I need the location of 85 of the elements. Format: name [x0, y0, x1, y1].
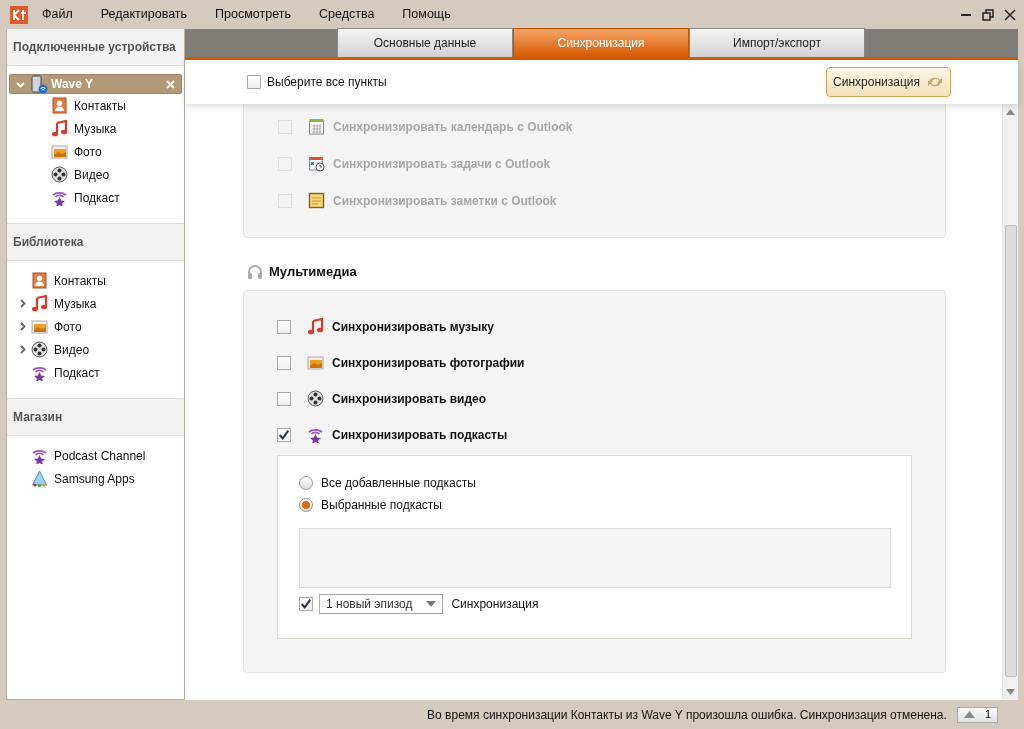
section-header: Подключенные устройства	[7, 29, 184, 66]
checkbox-label: Синхронизировать заметки с Outlook	[333, 192, 557, 210]
up-arrow-icon	[963, 711, 975, 718]
film-reel-icon	[307, 390, 324, 407]
sidebar-item[interactable]: Контакты	[7, 94, 184, 117]
checkbox-label: Синхронизировать музыку	[332, 318, 494, 336]
calendar-clock-icon	[308, 155, 325, 172]
photo-folder-icon	[31, 318, 48, 335]
menu-item[interactable]: Просмотреть	[201, 5, 305, 24]
podcast-star-icon	[51, 189, 68, 206]
photo-folder-icon	[307, 354, 324, 371]
sidebar-item[interactable]: Музыка	[7, 292, 184, 315]
checkbox-label: Синхронизировать подкасты	[332, 426, 508, 444]
chevron-icon	[16, 79, 25, 89]
podcast-star-icon	[31, 447, 48, 464]
chevron-icon	[17, 299, 27, 308]
scrollbar[interactable]	[1002, 104, 1018, 700]
chevron-icon	[17, 345, 27, 354]
sidebar-item[interactable]: Видео	[7, 163, 184, 186]
checkbox[interactable]	[277, 391, 291, 406]
radio-button[interactable]	[299, 475, 313, 490]
sidebar-item[interactable]: Фото	[7, 315, 184, 338]
film-reel-icon	[51, 166, 68, 183]
menu-item[interactable]: Файл	[28, 5, 87, 24]
podcast-star-icon	[31, 364, 48, 381]
section-title: Мультимедиа	[269, 263, 357, 281]
checkbox[interactable]	[299, 596, 313, 611]
sidebar-item[interactable]: Подкаст	[7, 361, 184, 384]
scroll-up-icon	[1006, 109, 1015, 115]
photo-folder-icon	[51, 143, 68, 160]
sidebar-item[interactable]: Подкаст	[7, 186, 184, 209]
note-icon	[308, 192, 325, 209]
app-logo-icon	[10, 5, 28, 24]
sync-button[interactable]: Синхронизация	[826, 67, 951, 97]
checkbox[interactable]	[277, 427, 291, 442]
sidebar-item[interactable]: Музыка	[7, 117, 184, 140]
section-header: Магазин	[7, 398, 184, 436]
podcast-list[interactable]	[299, 527, 891, 588]
menu-item[interactable]: Помощь	[388, 5, 465, 24]
radio-button[interactable]	[299, 497, 313, 512]
minimize-icon	[960, 13, 972, 16]
checkbox[interactable]	[247, 75, 261, 89]
triangle-apps-icon	[31, 470, 48, 487]
person-card-icon	[31, 272, 48, 289]
music-note-icon	[31, 295, 48, 312]
scroll-down-icon	[1006, 689, 1015, 695]
episodes-label: Синхронизация	[451, 595, 539, 613]
episode-dropdown[interactable]: 1 новый эпизод	[319, 593, 444, 614]
headphones-icon	[247, 264, 263, 280]
close-icon[interactable]	[166, 79, 175, 89]
checkbox-label: Выберите все пункты	[267, 74, 387, 91]
checkbox-label: Синхронизировать календарь с Outlook	[333, 118, 573, 136]
sidebar-item[interactable]: Podcast Channel	[7, 444, 184, 467]
sidebar-item[interactable]: Контакты	[7, 269, 184, 292]
calendar-icon	[308, 118, 325, 135]
sidebar-item[interactable]: Видео	[7, 338, 184, 361]
checkbox-label: Синхронизировать фотографии	[332, 354, 525, 372]
status-message: Во время синхронизации Контакты из Wave Y произошла ошибка. Синхронизация отменена.	[427, 706, 947, 724]
checkbox-label: Синхронизировать задачи с Outlook	[333, 155, 551, 173]
scroll-thumb[interactable]	[1004, 225, 1017, 677]
podcast-star-icon	[307, 426, 324, 443]
music-note-icon	[307, 318, 324, 335]
chevron-icon	[17, 322, 27, 331]
section-header: Библиотека	[7, 223, 184, 261]
menu-item[interactable]: Средства	[304, 5, 389, 24]
checkbox[interactable]	[277, 355, 291, 370]
close-icon	[1004, 8, 1016, 21]
phone-icon	[30, 74, 48, 94]
tab[interactable]: Импорт/экспорт	[689, 28, 865, 57]
music-note-icon	[51, 120, 68, 137]
checkbox[interactable]	[277, 319, 291, 334]
person-card-icon	[51, 97, 68, 114]
notification-counter[interactable]: 1	[956, 706, 998, 723]
sync-icon	[926, 75, 944, 89]
restore-icon	[982, 8, 994, 21]
radio-label: Выбранные подкасты	[321, 496, 442, 514]
checkbox-label: Синхронизировать видео	[332, 390, 487, 408]
menu-item[interactable]: Редактировать	[86, 5, 202, 24]
device-name: Wave Y	[51, 76, 94, 93]
tab[interactable]: Основные данные	[337, 28, 513, 57]
sidebar-item[interactable]: Samsung Apps	[7, 467, 184, 490]
caret-icon	[426, 600, 437, 607]
film-reel-icon	[31, 341, 48, 358]
sidebar-item[interactable]: Фото	[7, 140, 184, 163]
radio-label: Все добавленные подкасты	[321, 474, 476, 492]
